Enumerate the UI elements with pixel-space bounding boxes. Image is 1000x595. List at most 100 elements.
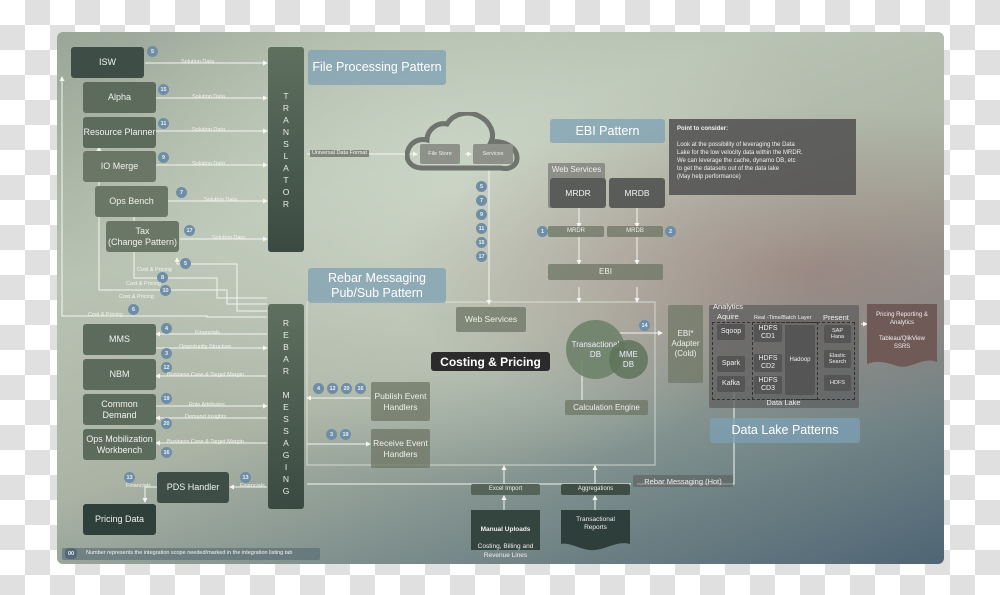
sap-hana[interactable]: SAP Hana: [824, 325, 851, 343]
system-mms[interactable]: MMS: [83, 324, 156, 355]
system-common-demand[interactable]: Common Demand: [83, 394, 156, 425]
system-tax[interactable]: Tax (Change Pattern): [106, 221, 179, 252]
scope-badge: 3: [326, 429, 337, 440]
note-line: Lake for the low velocity data within th…: [677, 150, 803, 156]
system-resource-planner[interactable]: Resource Planner: [83, 117, 156, 148]
reporting-title: Pricing Reporting & Analytics: [876, 312, 928, 326]
data-lake-label: Data Lake: [766, 398, 801, 407]
flow-label: Solution Data: [212, 235, 246, 241]
system-ops-mobilization-workbench[interactable]: Ops Mobilization Workbench: [83, 429, 156, 460]
flow-label: Solution Data: [204, 197, 238, 203]
system-isw[interactable]: ISW: [71, 47, 144, 78]
flow-label: Financials: [240, 483, 265, 489]
vertical-letter: R: [282, 317, 290, 328]
scope-badge: 5: [476, 181, 487, 192]
mme-db[interactable]: MME DB: [609, 340, 648, 379]
hdfs-cd1[interactable]: HDFS CD1: [754, 324, 782, 342]
elastic-search[interactable]: Elastic Search: [824, 350, 851, 368]
publish-event-handlers[interactable]: Publish Event Handlers: [371, 382, 430, 421]
scope-badge: 13: [240, 472, 251, 483]
services[interactable]: Services: [473, 144, 513, 164]
ebi-bar: EBI: [548, 264, 663, 280]
vertical-letter: A: [283, 114, 289, 125]
cost-pricing-label: Cost & Pricing: [88, 312, 123, 318]
scope-badge: 1: [537, 226, 548, 237]
system-ops-bench[interactable]: Ops Bench: [95, 186, 168, 217]
flow-label: Solution Data: [192, 161, 226, 167]
flow-label: Business Case & Target Margin: [167, 439, 244, 445]
system-io-merge[interactable]: IO Merge: [83, 151, 156, 182]
ebi-web-services-label: Web Services: [551, 165, 602, 174]
rebar-messaging-pattern-title: Rebar Messaging Pub/Sub Pattern: [308, 268, 446, 303]
scope-badge: 16: [161, 447, 172, 458]
transactional-reports[interactable]: Transactional Reports: [561, 516, 630, 533]
scope-badge: 20: [341, 383, 352, 394]
vertical-letter: E: [283, 401, 289, 412]
vertical-letter: R: [282, 365, 290, 376]
legend-text: Number represents the integration scope …: [86, 550, 293, 556]
scope-badge: 15: [476, 237, 487, 248]
aquire-label: Aquire: [717, 312, 739, 321]
web-services[interactable]: Web Services: [456, 307, 526, 332]
system-nbm[interactable]: NBM: [83, 359, 156, 390]
hdfs-present[interactable]: HDFS: [824, 375, 851, 391]
hadoop[interactable]: Hadoop: [785, 325, 815, 395]
manual-uploads[interactable]: Manual Uploads Costing, Billing and Reve…: [471, 510, 540, 559]
scope-badge: 16: [355, 383, 366, 394]
flow-label: Solution Data: [181, 59, 215, 65]
point-to-consider-note: Point to consider: Look at the possibili…: [669, 119, 856, 195]
vertical-letter: E: [283, 329, 289, 340]
legend: 00 Number represents the integration sco…: [62, 548, 320, 560]
cost-pricing-label: Cost & Pricing: [137, 267, 172, 273]
sqoop[interactable]: Sqoop: [717, 324, 745, 340]
vertical-letter: L: [283, 150, 289, 161]
scope-badge: 13: [124, 472, 135, 483]
file-processing-pattern-title: File Processing Pattern: [308, 50, 446, 85]
mrdb-source[interactable]: MRDB: [609, 178, 665, 208]
file-store[interactable]: File Store: [420, 144, 460, 164]
vertical-letter: [285, 377, 287, 389]
universal-data-format-label: Universal Data Format: [310, 150, 370, 157]
pds-handler[interactable]: PDS Handler: [157, 472, 229, 503]
scope-badge: 10: [160, 285, 171, 296]
rebar-messaging-bar: REBAR MESSAGING: [268, 304, 304, 509]
note-line: We can leverage the cache, dynamo DB, et…: [677, 158, 796, 164]
scope-badge: 7: [176, 187, 187, 198]
scope-badge: 3: [161, 348, 172, 359]
pricing-data[interactable]: Pricing Data: [83, 504, 156, 535]
legend-badge: 00: [65, 548, 77, 559]
scope-badge: 7: [476, 195, 487, 206]
scope-badge: 5: [147, 46, 158, 57]
note-line: (May help performance): [677, 174, 741, 180]
kafka[interactable]: Kafka: [717, 376, 745, 392]
excel-import: Excel Import: [471, 484, 540, 495]
vertical-letter: T: [283, 90, 289, 101]
cost-pricing-label: Cost & Pricing: [119, 294, 154, 300]
system-alpha[interactable]: Alpha: [83, 82, 156, 113]
cost-pricing-label: Cost & Pricing: [126, 281, 161, 287]
receive-event-handlers[interactable]: Receive Event Handlers: [371, 429, 430, 468]
scope-badge: 14: [639, 320, 650, 331]
realtime-batch-label: Real -Time/Batch Layer: [754, 315, 812, 321]
vertical-letter: M: [282, 389, 290, 400]
flow-label: Opportunity Structure: [179, 344, 232, 350]
hdfs-cd2[interactable]: HDFS CD2: [754, 354, 782, 372]
translator-bar: TRANSLATOR: [268, 47, 304, 252]
note-line: Look at the possibility of leveraging th…: [677, 142, 795, 148]
mrdr-source[interactable]: MRDR: [550, 178, 606, 208]
calculation-engine[interactable]: Calculation Engine: [565, 400, 648, 415]
hdfs-cd3[interactable]: HDFS CD3: [754, 376, 782, 394]
note-title: Point to consider:: [677, 126, 728, 132]
ebi-adapter-cold[interactable]: EBI* Adapter (Cold): [668, 305, 703, 383]
vertical-letter: B: [283, 341, 289, 352]
aggregations: Aggregations: [561, 484, 630, 495]
spark[interactable]: Spark: [717, 356, 745, 372]
scope-badge: 4: [161, 323, 172, 334]
scope-badge: 19: [161, 393, 172, 404]
flow-label: Role Attributes: [189, 402, 225, 408]
scope-badge: 6: [128, 304, 139, 315]
flow-label: Solution Data: [192, 94, 226, 100]
vertical-letter: S: [283, 413, 289, 424]
vertical-letter: G: [282, 485, 290, 496]
analytics-title: Analytics: [713, 302, 744, 311]
